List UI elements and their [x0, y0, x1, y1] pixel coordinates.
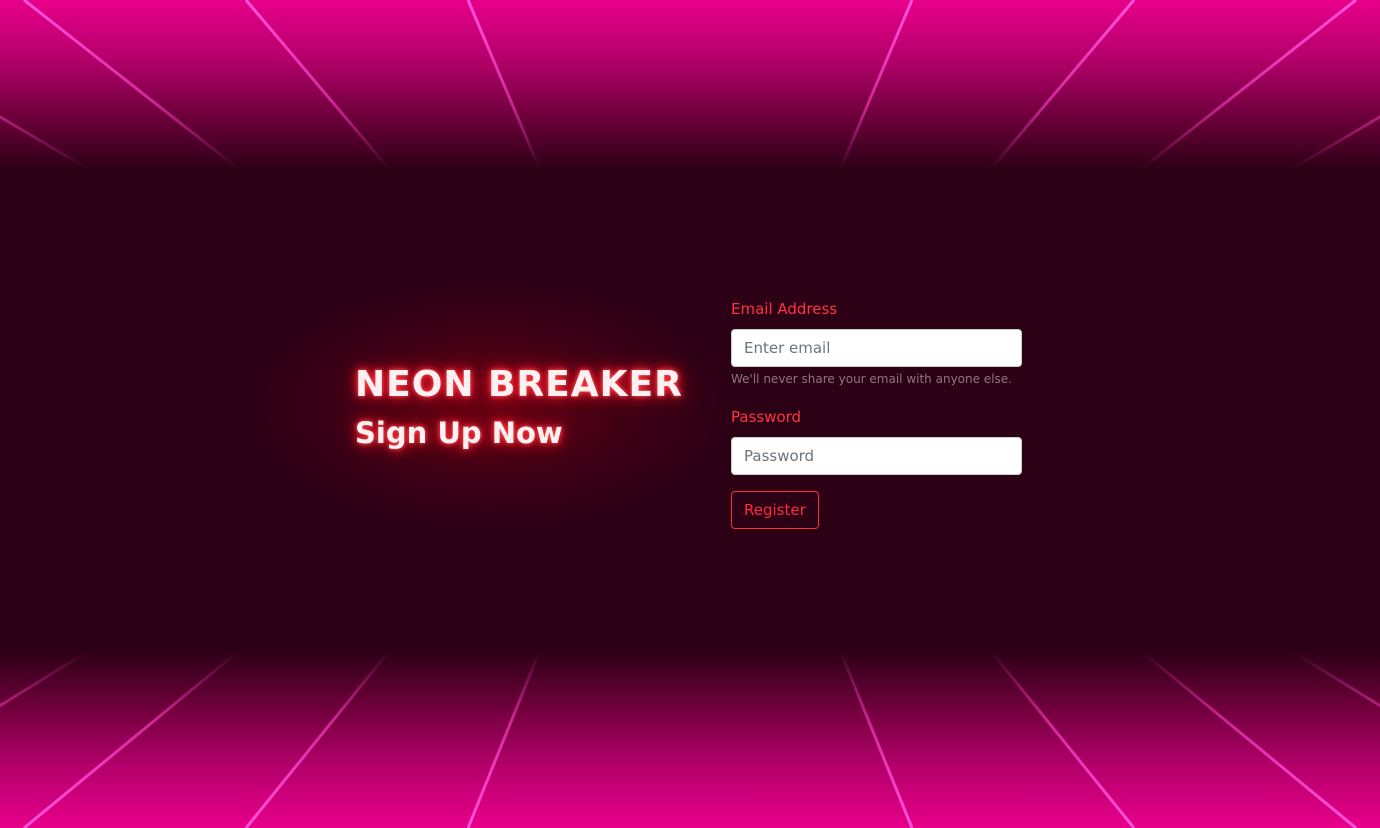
- email-help-text: We'll never share your email with anyone…: [731, 372, 1012, 386]
- email-group: Email Address We'll never share your ema…: [731, 298, 1023, 388]
- password-field[interactable]: [731, 437, 1022, 475]
- page-title: NEON BREAKER: [355, 364, 683, 405]
- email-field[interactable]: [731, 329, 1022, 367]
- signup-page: NEON BREAKER Sign Up Now Email Address W…: [0, 0, 1380, 828]
- password-group: Password: [731, 406, 1023, 475]
- email-label: Email Address: [731, 300, 838, 318]
- page-subtitle: Sign Up Now: [355, 416, 563, 450]
- hero-heading: NEON BREAKER Sign Up Now: [355, 362, 715, 452]
- signup-form: Email Address We'll never share your ema…: [731, 298, 1023, 529]
- register-button[interactable]: Register: [731, 491, 819, 529]
- password-label: Password: [731, 408, 802, 426]
